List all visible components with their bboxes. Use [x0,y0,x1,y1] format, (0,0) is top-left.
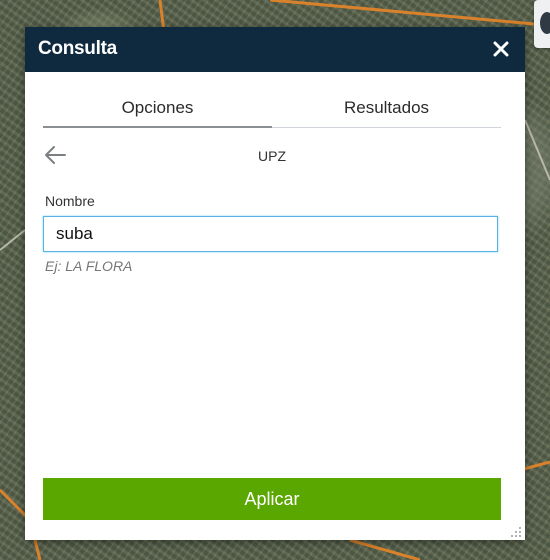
panel-header: Consulta [25,27,525,72]
panel-title: Consulta [38,38,117,59]
view-title: UPZ [258,148,286,164]
query-panel: Consulta Opciones Resultados UPZ Nombre … [25,27,525,540]
map-side-control[interactable] [534,0,550,48]
apply-button[interactable]: Aplicar [43,478,501,520]
nombre-hint: Ej: LA FLORA [45,258,133,274]
tab-resultados[interactable]: Resultados [272,89,501,127]
close-icon[interactable] [491,39,511,59]
tab-bar: Opciones Resultados [43,89,501,128]
nombre-input[interactable] [43,216,498,252]
nombre-label: Nombre [45,193,95,209]
tab-opciones[interactable]: Opciones [43,89,272,128]
resize-handle-icon[interactable] [510,525,522,537]
